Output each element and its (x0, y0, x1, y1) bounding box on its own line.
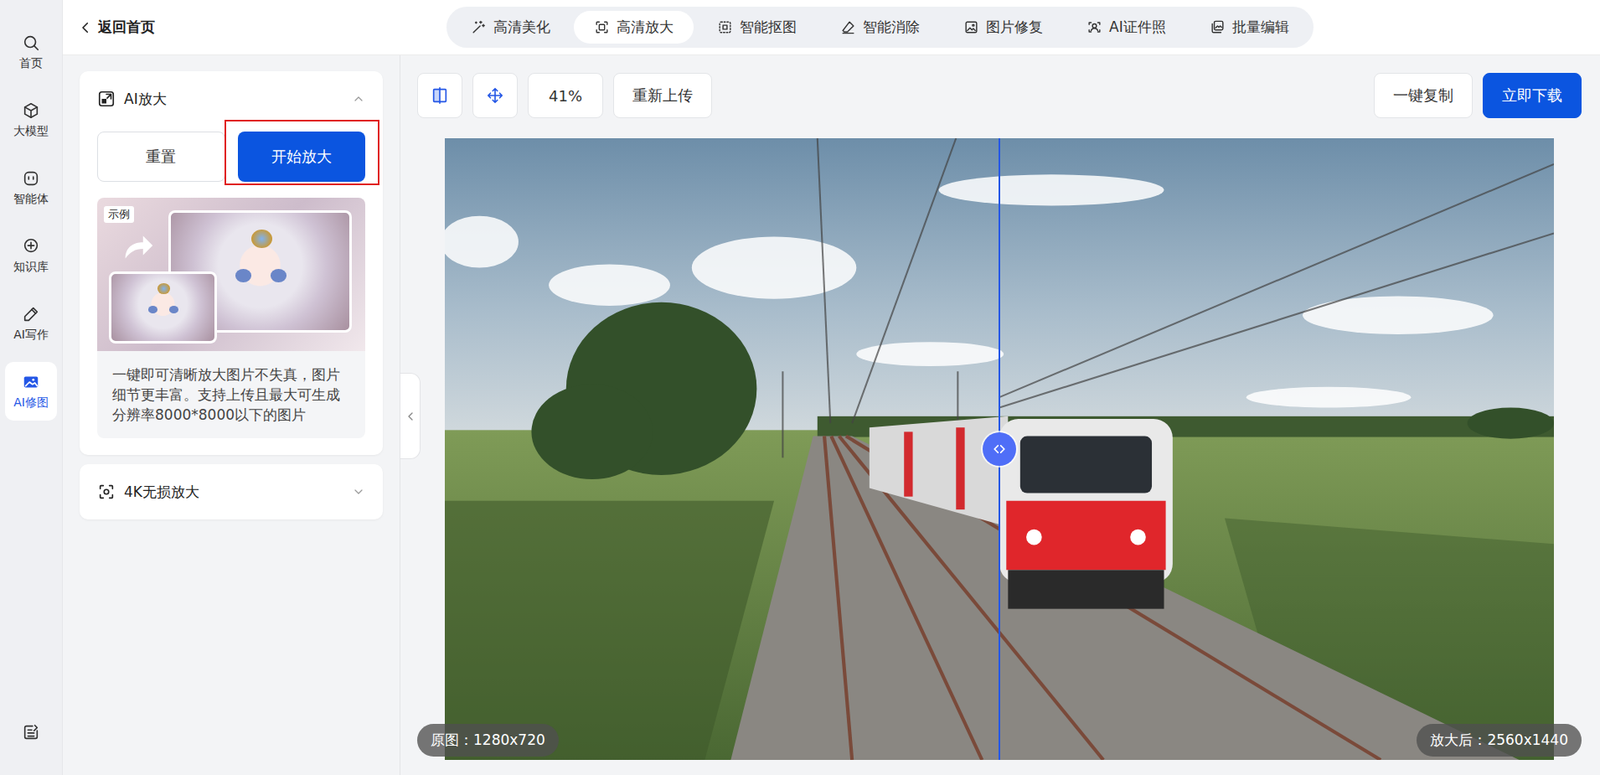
magic-wand-icon (470, 19, 487, 36)
slider-handle[interactable] (982, 432, 1017, 466)
scan-icon (593, 19, 610, 36)
image-icon (21, 372, 41, 392)
chevron-down-icon (351, 485, 366, 499)
reupload-button[interactable]: 重新上传 (613, 72, 713, 119)
sidebar-item[interactable]: 智能体 (5, 158, 57, 217)
preview-photo[interactable] (444, 138, 1554, 760)
sidebar-label: 知识库 (13, 259, 49, 275)
card-header[interactable]: AI放大 (97, 87, 366, 110)
compare-button[interactable] (417, 72, 463, 119)
sidebar-item[interactable]: AI修图 (5, 361, 57, 421)
tool-tab[interactable]: 智能抠图 (696, 10, 817, 44)
pen-icon (21, 304, 41, 324)
sidebar-label: 智能体 (13, 191, 49, 207)
batch-icon (1209, 19, 1226, 36)
move-button[interactable] (472, 72, 518, 119)
back-button[interactable]: 返回首页 (62, 17, 447, 37)
preview-area: 41%重新上传 一键复制立即下载原图：1280x720 放大后：2560x1440 (400, 55, 1600, 775)
sidebar-item[interactable]: 首页 (5, 22, 57, 82)
chevron-left-icon (403, 409, 418, 424)
toolbar: 41%重新上传 一键复制立即下载 (417, 72, 1582, 119)
cube-icon (21, 101, 41, 120)
main: 返回首页高清美化高清放大智能抠图智能消除图片修复AI证件照批量编辑 AI放大重置开… (62, 0, 1600, 775)
copy-button[interactable]: 一键复制 (1373, 72, 1473, 119)
sidebar-label: AI修图 (13, 395, 49, 411)
knowledge-icon (21, 237, 41, 256)
example-thumbnail (108, 271, 217, 344)
drag-arrows-icon (990, 440, 1008, 458)
compare-icon (430, 86, 450, 105)
id-photo-icon (1086, 19, 1103, 36)
download-button[interactable]: 立即下载 (1482, 72, 1582, 119)
example-image: 示例 (97, 197, 366, 351)
tool-tabs: 高清美化高清放大智能抠图智能消除图片修复AI证件照批量编辑 (446, 6, 1314, 48)
chevron-up-icon (351, 92, 366, 106)
sidebar-label: AI写作 (13, 327, 49, 343)
tool-tab[interactable]: AI证件照 (1066, 10, 1187, 44)
repair-icon (963, 19, 980, 36)
chevron-left-icon (77, 20, 93, 36)
cutout-icon (717, 19, 733, 36)
tool-tab[interactable]: 智能消除 (820, 10, 940, 44)
top-bar: 返回首页高清美化高清放大智能抠图智能消除图片修复AI证件照批量编辑 (62, 0, 1600, 56)
tool-card: AI放大重置开始放大示例一键即可清晰放大图片不失真，图片细节更丰富。支持上传且最… (79, 71, 383, 455)
tool-tab[interactable]: 高清放大 (573, 10, 694, 44)
button-row: 重置开始放大 (97, 131, 366, 182)
sidebar-item[interactable]: AI写作 (5, 294, 57, 353)
compare-slider[interactable] (998, 138, 1001, 760)
eraser-icon (840, 19, 857, 36)
example-badge: 示例 (103, 206, 135, 223)
reset-button[interactable]: 重置 (97, 131, 226, 182)
notes-button[interactable] (21, 722, 41, 745)
highlight-box (224, 119, 381, 186)
sidebar-item[interactable]: 知识库 (5, 226, 57, 285)
collapse-handle[interactable] (400, 372, 421, 460)
sidebar-item[interactable]: 大模型 (5, 90, 57, 150)
sidebar: 首页大模型智能体知识库 AI写作 AI修图 (0, 0, 63, 775)
tool-tab[interactable]: 高清美化 (450, 10, 571, 44)
result-size-label: 放大后：2560x1440 (1416, 723, 1582, 757)
card-header[interactable]: 4K无损放大 (97, 480, 366, 503)
tool-tab[interactable]: 图片修复 (943, 10, 1064, 44)
original-size-label: 原图：1280x720 (417, 723, 559, 757)
move-icon (485, 86, 505, 105)
workspace: AI放大重置开始放大示例一键即可清晰放大图片不失真，图片细节更丰富。支持上传且最… (62, 55, 1600, 775)
arrow-icon (118, 227, 158, 267)
sidebar-label: 大模型 (13, 123, 49, 140)
tool-panel: AI放大重置开始放大示例一键即可清晰放大图片不失真，图片细节更丰富。支持上传且最… (62, 55, 401, 775)
tool-tab[interactable]: 批量编辑 (1189, 10, 1310, 44)
upscale-icon (97, 89, 116, 109)
lossless-icon (97, 482, 116, 501)
description: 一键即可清晰放大图片不失真，图片细节更丰富。支持上传且最大可生成分辨率8000*… (97, 350, 366, 439)
zoom-level[interactable]: 41% (527, 72, 604, 119)
start-button[interactable]: 开始放大 (237, 131, 367, 182)
agent-icon (21, 169, 41, 188)
tool-card: 4K无损放大 (79, 464, 383, 520)
canvas: 原图：1280x720 放大后：2560x1440 (417, 138, 1582, 760)
notes-icon (21, 722, 41, 742)
search-icon (21, 33, 41, 52)
sidebar-label: 首页 (19, 56, 43, 72)
